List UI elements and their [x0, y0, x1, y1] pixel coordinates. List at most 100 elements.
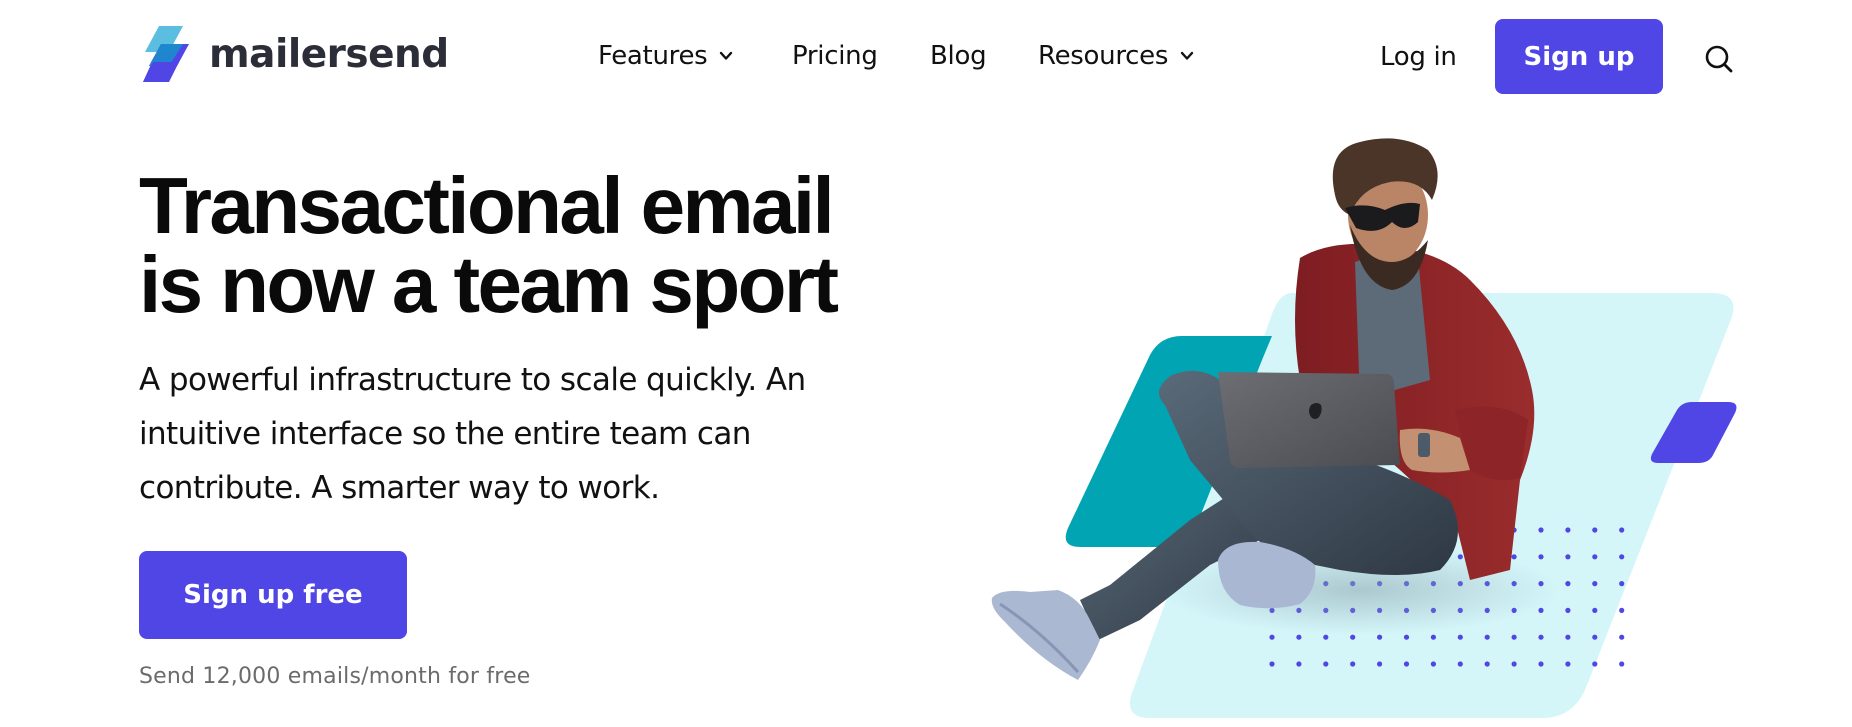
chevron-down-icon [720, 51, 733, 60]
nav-item-features[interactable]: Features [598, 36, 733, 76]
hair [1332, 138, 1438, 215]
signup-free-button[interactable]: Sign up free [139, 551, 407, 639]
grid-dot [1269, 581, 1275, 587]
grid-dot [1511, 607, 1517, 614]
grid-dot [1403, 554, 1410, 560]
grid-dot [1565, 634, 1571, 640]
search-button[interactable] [1702, 42, 1736, 76]
grid-dot [1430, 581, 1436, 587]
logo-link[interactable]: mailersend [139, 26, 449, 82]
nav-item-label: Blog [930, 41, 987, 71]
grid-dot [1484, 634, 1490, 640]
hand [1399, 428, 1470, 473]
grid-dot [1457, 661, 1463, 667]
grid-dot [1296, 634, 1302, 640]
grid-dot [1323, 527, 1329, 533]
grid-dot [1296, 527, 1302, 533]
tshirt [1355, 254, 1430, 400]
grid-dot [1592, 581, 1598, 587]
mailersend-logo-icon [143, 26, 189, 82]
grid-dot [1619, 581, 1625, 587]
grid-dot [1538, 661, 1544, 667]
grid-dot [1377, 554, 1383, 560]
grid-dot [1350, 661, 1356, 667]
grid-dot [1565, 607, 1571, 614]
grid-dot [1511, 554, 1517, 560]
grid-dot [1538, 581, 1544, 587]
grid-dot [1430, 661, 1436, 667]
description-line: intuitive interface so the entire team c… [139, 416, 751, 452]
beard [1350, 225, 1428, 290]
grid-dot [1484, 607, 1490, 614]
dot-grid [1269, 527, 1625, 667]
grid-dot [1350, 527, 1356, 533]
grid-dot [1350, 634, 1356, 640]
grid-dot [1323, 581, 1329, 587]
grid-dot [1269, 554, 1275, 560]
grid-dot [1403, 527, 1410, 533]
grid-dot [1323, 607, 1329, 614]
grid-dot [1269, 634, 1275, 640]
grid-dot [1538, 554, 1544, 560]
grid-dot [1430, 607, 1436, 614]
leg [1158, 370, 1458, 575]
sneaker [991, 590, 1100, 680]
grid-dot [1565, 527, 1571, 533]
logo-wordmark: mailersend [209, 31, 449, 77]
grid-dot [1538, 527, 1544, 533]
nav-item-label: Features [598, 41, 708, 71]
nav-item-blog[interactable]: Blog [930, 36, 987, 76]
grid-dot [1457, 527, 1463, 533]
person-working-on-laptop [991, 138, 1535, 680]
grid-dot [1457, 634, 1463, 640]
grid-dot [1619, 634, 1625, 640]
face [1348, 165, 1428, 265]
login-link[interactable]: Log in [1380, 36, 1457, 78]
nav-item-resources[interactable]: Resources [1038, 36, 1194, 76]
leg [1080, 470, 1280, 640]
grid-dot [1403, 607, 1410, 614]
chevron-down-icon [1180, 51, 1194, 60]
nav-item-pricing[interactable]: Pricing [792, 36, 878, 76]
grid-dot [1592, 661, 1598, 667]
grid-dot [1323, 661, 1329, 667]
nav-item-label: Resources [1038, 41, 1169, 71]
grid-dot [1350, 607, 1356, 614]
shadow [1160, 545, 1560, 635]
grid-dot [1430, 554, 1436, 560]
grid-dot [1323, 554, 1329, 560]
grid-dot [1350, 581, 1356, 587]
nav-item-label: Pricing [792, 41, 878, 71]
grid-dot [1350, 554, 1356, 560]
grid-dot [1511, 661, 1517, 667]
purple-parallelogram [1650, 402, 1737, 463]
search-icon [1705, 45, 1733, 73]
grid-dot [1403, 661, 1410, 667]
grid-dot [1565, 581, 1571, 587]
grid-dot [1565, 661, 1571, 667]
grid-dot [1619, 661, 1625, 667]
grid-dot [1377, 661, 1383, 667]
sleeve [1455, 406, 1528, 481]
signup-button[interactable]: Sign up [1495, 19, 1663, 94]
grid-dot [1269, 607, 1275, 614]
hero-description: A powerful infrastructure to scale quick… [139, 353, 899, 515]
grid-dot [1269, 661, 1275, 667]
sunglasses [1345, 202, 1420, 231]
grid-dot [1296, 581, 1302, 587]
grid-dot [1538, 634, 1544, 640]
watch [1418, 433, 1430, 457]
grid-dot [1484, 527, 1490, 533]
grid-dot [1619, 527, 1625, 533]
light-cyan-parallelogram [1129, 293, 1734, 718]
laptop [1218, 372, 1400, 468]
grid-dot [1403, 581, 1410, 587]
grid-dot [1538, 607, 1544, 614]
grid-dot [1511, 581, 1517, 587]
grid-dot [1511, 634, 1517, 640]
grid-dot [1377, 607, 1383, 614]
description-line: contribute. A smarter way to work. [139, 470, 660, 506]
headline-line: Transactional email [139, 161, 835, 250]
grid-dot [1619, 554, 1625, 560]
headline-line: is now a team sport [139, 240, 839, 329]
